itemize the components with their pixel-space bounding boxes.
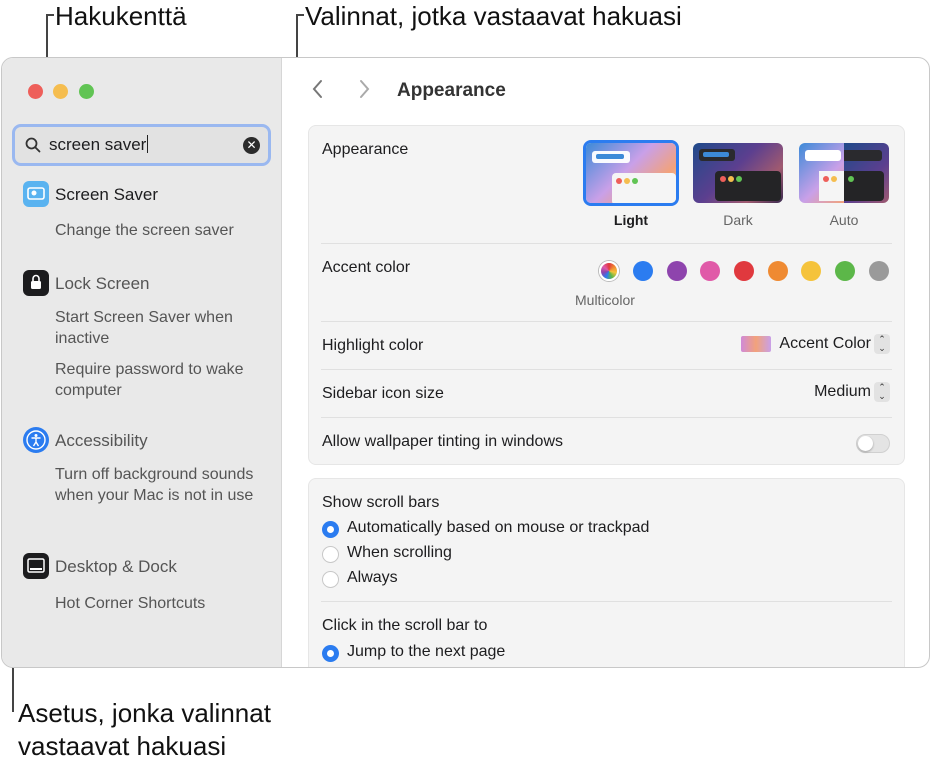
click-option-next-page[interactable]: Jump to the next page — [347, 643, 505, 661]
sidebar-subitem-hot-corners[interactable]: Hot Corner Shortcuts — [55, 593, 205, 614]
accent-orange-swatch[interactable] — [768, 261, 788, 281]
sidebar-item-lock-screen[interactable]: Lock Screen — [55, 274, 150, 294]
accent-purple-swatch[interactable] — [667, 261, 687, 281]
sidebar-subitem-require-password[interactable]: Require password to wake computer — [55, 359, 255, 401]
highlight-color-label: Highlight color — [322, 337, 424, 354]
accent-green-swatch[interactable] — [835, 261, 855, 281]
divider — [321, 417, 892, 418]
divider — [321, 601, 892, 602]
lock-icon — [23, 270, 49, 296]
sidebar-subitem-change-screen-saver[interactable]: Change the screen saver — [55, 220, 234, 241]
show-scroll-bars-label: Show scroll bars — [322, 494, 440, 511]
wallpaper-tinting-toggle[interactable] — [856, 434, 890, 453]
divider — [321, 243, 892, 244]
accessibility-icon — [23, 427, 49, 453]
close-window-button[interactable] — [28, 84, 43, 99]
accent-graphite-swatch[interactable] — [869, 261, 889, 281]
appearance-option-light[interactable] — [583, 140, 679, 206]
appearance-option-auto[interactable] — [799, 143, 889, 203]
popup-arrows-icon: ⌃ ⌄ — [874, 334, 890, 354]
accent-multicolor-swatch[interactable] — [599, 261, 619, 281]
callout-line-options-tick — [296, 14, 304, 16]
appearance-group: Appearance Light Dark Auto Accent color … — [308, 125, 905, 465]
click-radio-next-page[interactable] — [322, 645, 339, 662]
scroll-radio-automatic[interactable] — [322, 521, 339, 538]
sidebar-icon-size-value: Medium — [814, 383, 871, 400]
accent-blue-swatch[interactable] — [633, 261, 653, 281]
back-button[interactable] — [311, 78, 325, 106]
desktop-dock-icon — [23, 553, 49, 579]
highlight-color-value: Accent Color — [779, 335, 871, 352]
accent-yellow-swatch[interactable] — [801, 261, 821, 281]
wallpaper-tinting-label: Allow wallpaper tinting in windows — [322, 433, 564, 450]
search-field[interactable]: screen saver ✕ — [12, 124, 271, 166]
appearance-option-dark[interactable] — [693, 143, 783, 203]
page-title: Appearance — [397, 80, 506, 101]
scroll-bars-group: Show scroll bars Automatically based on … — [308, 478, 905, 667]
divider — [321, 369, 892, 370]
sidebar: screen saver ✕ Screen Saver Change the s… — [2, 58, 282, 667]
sidebar-icon-size-label: Sidebar icon size — [322, 385, 444, 402]
minimize-window-button[interactable] — [53, 84, 68, 99]
sidebar-item-screen-saver[interactable]: Screen Saver — [55, 185, 158, 205]
callout-search-field: Hakukenttä — [55, 1, 187, 31]
accent-red-swatch[interactable] — [734, 261, 754, 281]
zoom-window-button[interactable] — [79, 84, 94, 99]
scroll-radio-when-scrolling[interactable] — [322, 546, 339, 563]
appearance-dark-label: Dark — [723, 212, 753, 228]
accent-multicolor-label: Multicolor — [575, 292, 635, 308]
toggle-knob — [858, 436, 873, 451]
callout-line-search-tick — [46, 14, 54, 16]
sidebar-item-accessibility[interactable]: Accessibility — [55, 431, 148, 451]
settings-window: screen saver ✕ Screen Saver Change the s… — [1, 57, 930, 668]
callout-setting-line1: Asetus, jonka valinnat — [18, 698, 271, 728]
scroll-option-always[interactable]: Always — [347, 569, 398, 587]
main-pane: Appearance Appearance Light Dark Auto Ac… — [283, 58, 929, 667]
popup-arrows-icon: ⌃ ⌄ — [874, 382, 890, 402]
callout-matching-options: Valinnat, jotka vastaavat hakuasi — [305, 1, 682, 31]
appearance-auto-label: Auto — [829, 212, 859, 228]
sidebar-subitem-background-sounds[interactable]: Turn off background sounds when your Mac… — [55, 464, 265, 506]
scroll-option-automatic[interactable]: Automatically based on mouse or trackpad — [347, 519, 649, 537]
divider — [321, 321, 892, 322]
scroll-option-when-scrolling[interactable]: When scrolling — [347, 544, 452, 562]
appearance-label: Appearance — [322, 141, 409, 158]
screen-saver-icon — [23, 181, 49, 207]
accent-color-label: Accent color — [322, 259, 411, 276]
sidebar-icon-size-popup[interactable]: Medium ⌃ ⌄ — [814, 382, 890, 402]
clear-search-icon[interactable]: ✕ — [243, 137, 260, 154]
scroll-radio-always[interactable] — [322, 571, 339, 588]
highlight-color-popup[interactable]: Accent Color ⌃ ⌄ — [741, 334, 890, 354]
sidebar-subitem-start-screen-saver[interactable]: Start Screen Saver when inactive — [55, 307, 255, 349]
callout-setting-line2: vastaavat hakuasi — [18, 731, 227, 761]
click-scroll-bar-label: Click in the scroll bar to — [322, 617, 488, 634]
highlight-color-preview — [741, 336, 772, 352]
accent-pink-swatch[interactable] — [700, 261, 720, 281]
forward-button[interactable] — [357, 78, 371, 106]
appearance-light-label: Light — [613, 212, 649, 228]
sidebar-item-desktop-dock[interactable]: Desktop & Dock — [55, 557, 177, 577]
search-icon — [25, 137, 41, 153]
search-input[interactable]: screen saver — [49, 135, 149, 155]
